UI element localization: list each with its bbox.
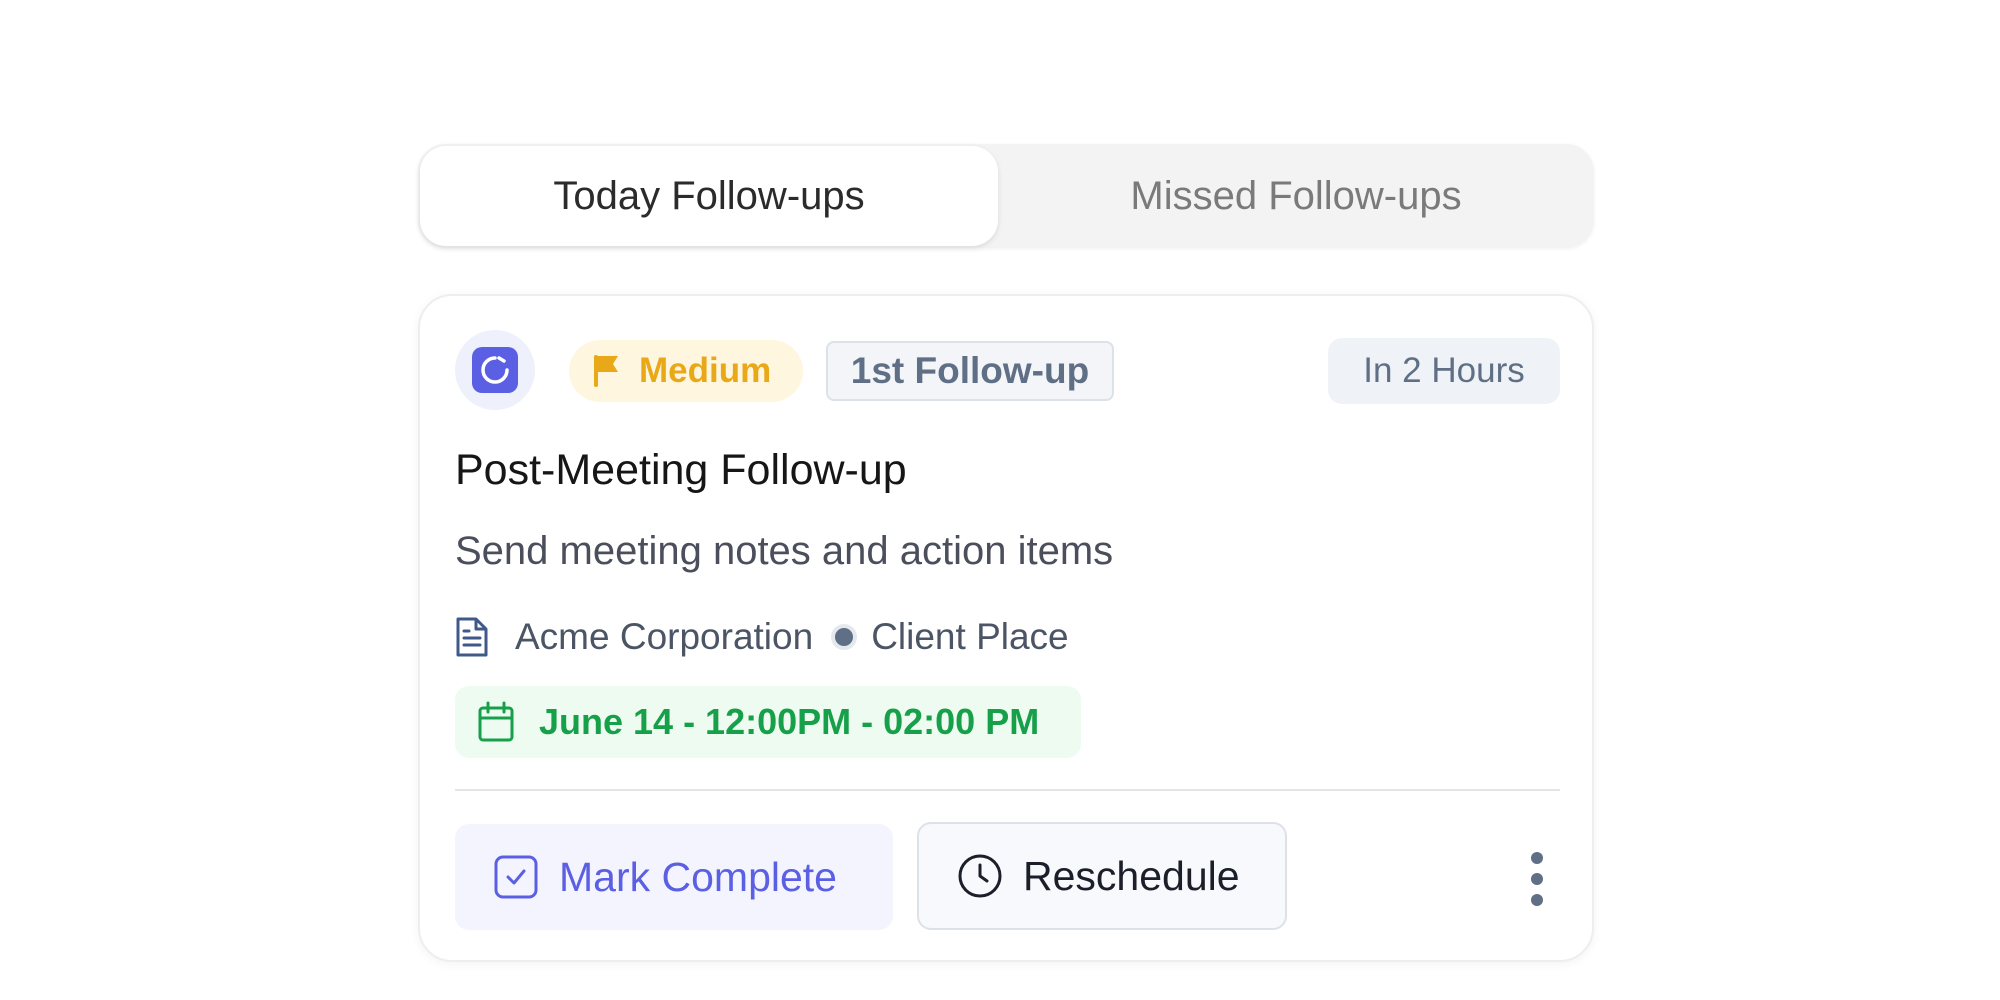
location-name: Client Place xyxy=(871,616,1069,657)
mark-complete-label: Mark Complete xyxy=(559,853,837,900)
priority-badge: Medium xyxy=(569,340,803,402)
followup-description: Send meeting notes and action items xyxy=(455,529,1114,573)
reschedule-button[interactable]: Reschedule xyxy=(917,822,1287,930)
clock-icon xyxy=(958,854,1002,898)
check-square-icon xyxy=(494,855,538,899)
card-divider xyxy=(455,789,1560,791)
document-icon xyxy=(456,617,488,657)
time-remaining-badge: In 2 Hours xyxy=(1328,338,1560,404)
followup-meta: Acme Corporation Client Place xyxy=(455,612,1069,662)
reschedule-label: Reschedule xyxy=(1023,852,1240,899)
priority-label: Medium xyxy=(639,351,772,390)
tab-missed-followups[interactable]: Missed Follow-ups xyxy=(1000,146,1592,246)
status-icon-wrapper[interactable] xyxy=(455,330,535,410)
followup-title: Post-Meeting Follow-up xyxy=(455,446,907,494)
schedule-text: June 14 - 12:00PM - 02:00 PM xyxy=(539,701,1040,742)
schedule-badge: June 14 - 12:00PM - 02:00 PM xyxy=(455,686,1081,758)
followup-card: Medium 1st Follow-up In 2 Hours Post-Mee… xyxy=(418,294,1594,962)
separator-dot xyxy=(835,628,854,646)
company-name: Acme Corporation xyxy=(515,616,814,657)
tab-today-followups[interactable]: Today Follow-ups xyxy=(420,146,998,246)
refresh-square-icon xyxy=(472,347,518,393)
more-options-icon[interactable] xyxy=(1522,846,1552,912)
followup-tabs: Today Follow-ups Missed Follow-ups xyxy=(418,144,1594,248)
mark-complete-button[interactable]: Mark Complete xyxy=(455,824,893,930)
flag-icon xyxy=(594,355,618,387)
calendar-icon xyxy=(478,701,514,742)
followup-stage-badge: 1st Follow-up xyxy=(826,341,1114,401)
